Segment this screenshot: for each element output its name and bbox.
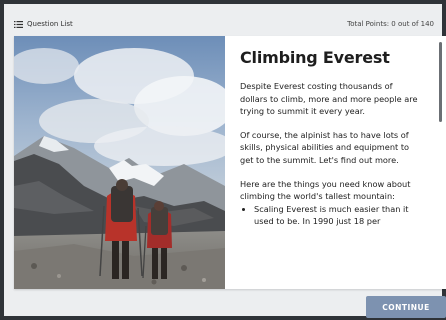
bullet-list: Scaling Everest is much easier than it u… [254,203,420,228]
lesson-text: Climbing Everest Despite Everest costing… [240,48,420,288]
lesson-window: Question List Total Points: 0 out of 140 [0,0,446,320]
total-points: Total Points: 0 out of 140 [347,20,434,28]
paragraph: Of course, the alpinist has to have lots… [240,129,410,165]
scrollbar[interactable] [439,42,442,122]
everest-photo [14,36,225,289]
lesson-title: Climbing Everest [240,48,390,67]
paragraph: Here are the things you need know about … [240,178,411,202]
top-bar: Question List Total Points: 0 out of 140 [14,16,434,32]
bullet-item: Scaling Everest is much easier than it u… [254,203,420,228]
paragraph: Despite Everest costing thousands of dol… [240,81,418,117]
list-icon [14,20,23,28]
question-list-label: Question List [27,20,73,28]
lesson-card: Climbing Everest Despite Everest costing… [14,36,446,289]
question-list-button[interactable]: Question List [14,20,73,28]
continue-button[interactable]: CONTINUE [366,296,446,318]
